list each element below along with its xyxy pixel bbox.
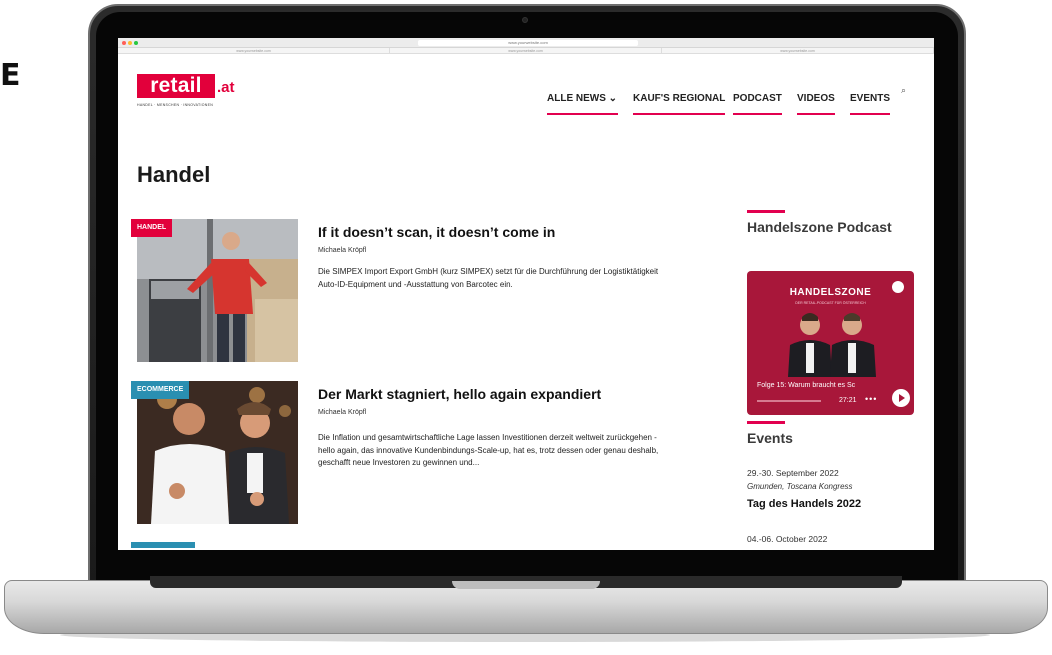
warehouse-photo [137,219,298,362]
cropped-letter: E [0,58,21,93]
browser-tab[interactable]: www.yourwebsite.com [662,48,934,53]
event-title[interactable]: Tag des Handels 2022 [747,498,861,510]
browser-toolbar: www.yourwebsite.com [118,38,934,48]
main-navigation: ALLE NEWS ⌄ KAUF'S REGIONAL PODCAST VIDE… [118,84,934,115]
section-accent-line [747,210,785,213]
podcast-progress-bar[interactable] [757,400,821,402]
nav-item-podcast[interactable]: PODCAST [733,93,782,115]
page-title: Handel [137,162,211,187]
search-icon[interactable]: ⌕ [901,85,906,96]
more-options-icon[interactable]: ••• [865,394,877,404]
minimize-window-button[interactable] [128,41,132,45]
event-date: 04.-06. October 2022 [747,534,828,544]
nav-underline [850,113,891,115]
category-badge[interactable]: HANDEL [131,219,173,237]
sidebar-heading: Events [747,430,793,446]
retail-website: retail .at HANDEL · MENSCHEN · INNOVATIO… [118,54,934,550]
article-author[interactable]: Michaela Kröpfl [318,409,366,416]
maximize-window-button[interactable] [134,41,138,45]
nav-item-events[interactable]: EVENTS [850,93,891,115]
podcast-duration: 27:21 [839,397,857,404]
window-controls [122,41,138,45]
browser-tab[interactable]: www.yourwebsite.com [390,48,662,53]
podcast-episode-title[interactable]: Folge 15: Warum braucht es Sc [757,382,855,389]
category-badge[interactable]: ECOMMERCE [131,381,190,399]
nav-underline [547,113,619,115]
podcast-subtitle: DER RETAIL-PODCAST FÜR ÖSTERREICH [795,301,866,305]
browser-tab[interactable]: www.yourwebsite.com [118,48,390,53]
close-window-button[interactable] [122,41,126,45]
founders-photo [137,381,298,524]
nav-label: ALLE NEWS ⌄ [547,93,618,104]
sidebar-heading: Handelszone Podcast [747,219,892,235]
nav-label: PODCAST [733,93,782,104]
next-article-badge[interactable] [131,542,195,548]
sidebar-podcast-section: Handelszone Podcast [747,210,915,235]
article-image[interactable] [137,219,298,362]
article-title[interactable]: Der Markt stagniert, hello again expandi… [318,386,601,402]
nav-item-kaufs-regional[interactable]: KAUF'S REGIONAL [633,93,726,115]
podcast-title: HANDELSZONE [789,287,872,298]
nav-underline [797,113,835,115]
nav-item-alle-news[interactable]: ALLE NEWS ⌄ [547,93,619,115]
sidebar-events-section: Events [747,421,915,446]
article-excerpt: Die SIMPEX Import Export GmbH (kurz SIMP… [318,267,659,289]
address-bar[interactable]: www.yourwebsite.com [418,40,638,46]
event-location: Gmunden, Toscana Kongress [747,482,853,491]
article-excerpt: Die Inflation und gesamtwirtschaftliche … [318,433,659,467]
nav-label: VIDEOS [797,93,835,104]
article-author[interactable]: Michaela Kröpfl [318,247,366,254]
podcast-player[interactable]: HANDELSZONE DER RETAIL-PODCAST FÜR ÖSTER… [747,271,914,415]
event-date: 29.-30. September 2022 [747,468,839,478]
webcam [522,17,528,23]
laptop-notch [452,581,600,589]
play-button[interactable] [892,389,910,407]
article-image[interactable] [137,381,298,524]
nav-underline [733,113,782,115]
nav-underline [633,113,726,115]
nav-label: EVENTS [850,93,891,104]
laptop-screen: www.yourwebsite.com www.yourwebsite.com … [118,38,934,550]
nav-label: KAUF'S REGIONAL [633,93,726,104]
article-title[interactable]: If it doesn’t scan, it doesn’t come in [318,224,555,240]
section-accent-line [747,421,785,424]
podcast-hosts-photo [788,313,876,377]
nav-item-videos[interactable]: VIDEOS [797,93,835,115]
